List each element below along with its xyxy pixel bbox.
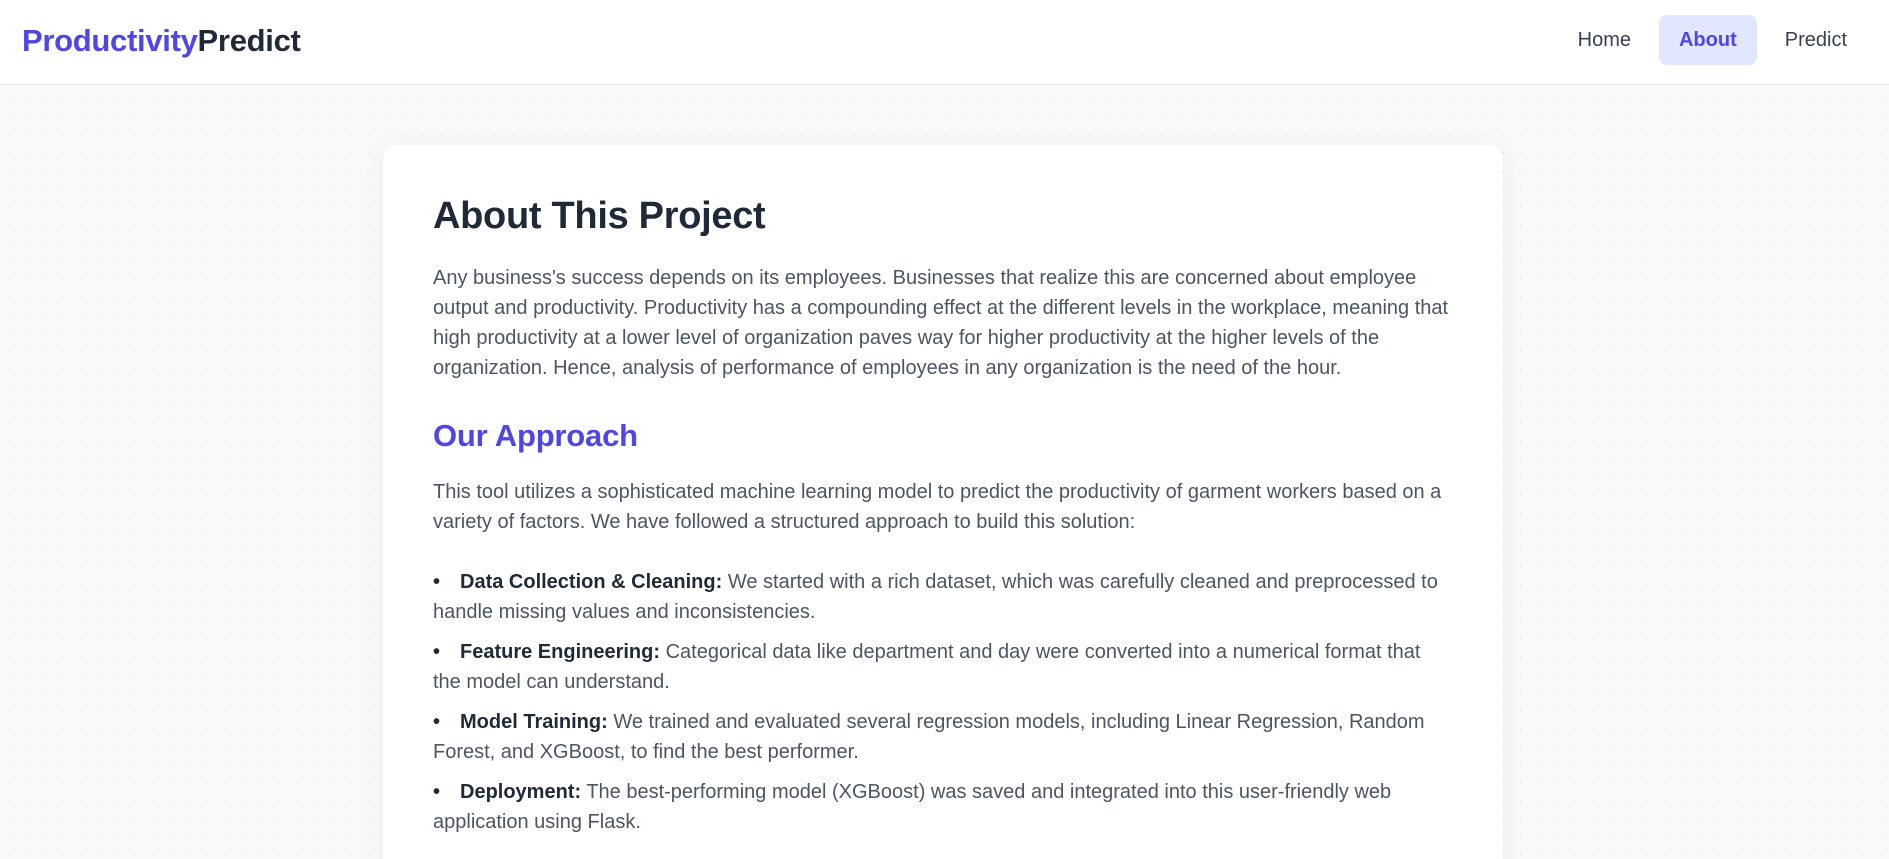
list-item-title: Feature Engineering: (460, 641, 661, 663)
list-item: • Data Collection & Cleaning: We started … (433, 567, 1453, 627)
approach-heading: Our Approach (433, 418, 638, 453)
list-item-title: Data Collection & Cleaning: (460, 571, 723, 593)
intro-paragraph: Any business's success depends on its em… (433, 267, 1449, 379)
brand-logo[interactable]: ProductivityPredict (22, 22, 301, 60)
bullet-icon: • (433, 641, 441, 663)
brand-primary-text: Productivity (22, 23, 198, 58)
approach-paragraph: This tool utilizes a sophisticated machi… (433, 481, 1442, 533)
list-item-title: Deployment: (460, 781, 582, 803)
brand-secondary-text: Predict (197, 23, 301, 58)
list-item: • Deployment: The best-performing model (… (433, 777, 1453, 837)
nav-about-link[interactable]: About (1658, 15, 1757, 65)
nav-home-link[interactable]: Home (1558, 15, 1651, 65)
page-title: About This Project (433, 195, 766, 237)
list-item-title: Model Training: (460, 711, 608, 733)
list-item: • Model Training: We trained and evaluate… (433, 707, 1453, 767)
navbar: ProductivityPredict Home About Predict (0, 0, 1889, 85)
content-card: About This Project Any business's succes… (383, 145, 1503, 859)
bullet-icon: • (433, 781, 441, 803)
nav-predict-link[interactable]: Predict (1765, 15, 1867, 65)
bullet-icon: • (433, 571, 441, 593)
bullet-icon: • (433, 711, 441, 733)
nav-links: Home About Predict (1558, 15, 1867, 65)
list-item: • Feature Engineering: Categorical data l… (433, 637, 1453, 697)
approach-list: • Data Collection & Cleaning: We started … (433, 567, 1453, 837)
